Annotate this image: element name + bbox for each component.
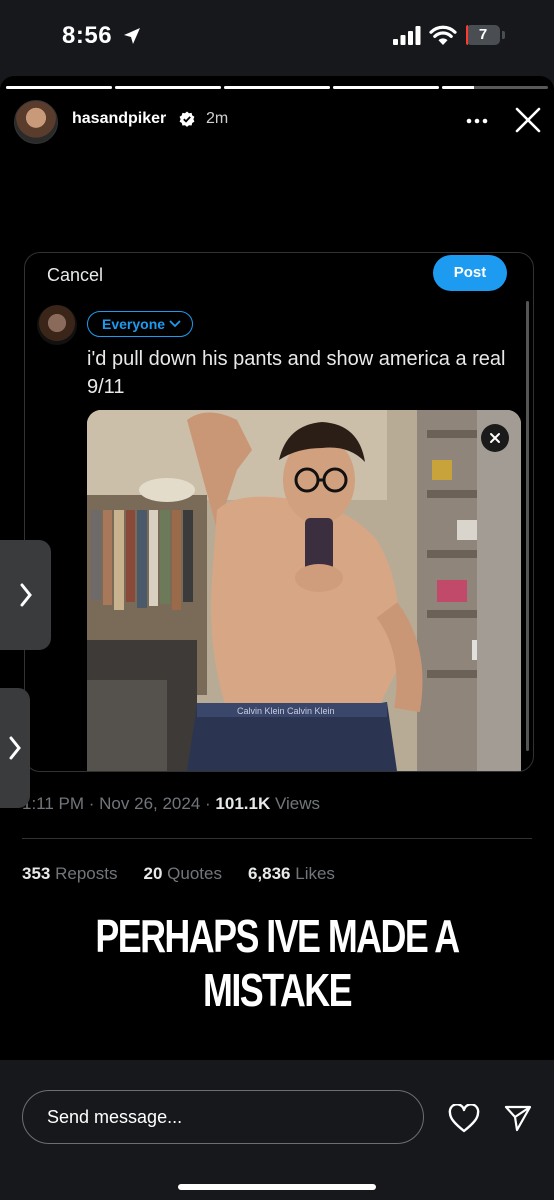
side-arrow-upper[interactable] — [0, 540, 51, 650]
tweet-timestamp: 1:11 PM · Nov 26, 2024 · — [22, 794, 216, 813]
stat-count: 6,836 — [247, 864, 291, 883]
stat-label: Likes — [295, 864, 335, 883]
scrollbar[interactable] — [526, 301, 529, 751]
signal-icon — [393, 26, 421, 45]
wifi-icon — [429, 25, 457, 45]
bottom-bar: Send message... — [0, 1060, 554, 1200]
location-arrow-icon — [124, 28, 140, 44]
mirror-selfie-illustration: Calvin Klein Calvin Klein — [87, 410, 521, 771]
cancel-button[interactable]: Cancel — [47, 265, 103, 286]
views-count: 101.1K — [215, 794, 271, 813]
story-time: 2m — [206, 110, 229, 127]
status-bar: 8:56 7 — [0, 0, 554, 76]
avatar[interactable] — [14, 100, 58, 144]
progress-fill — [6, 86, 112, 89]
story-progress — [6, 86, 548, 89]
battery-level: 7 — [478, 26, 488, 43]
attached-photo: Calvin Klein Calvin Klein — [87, 410, 521, 771]
send-icon[interactable] — [504, 1104, 532, 1132]
heart-icon[interactable] — [448, 1104, 480, 1134]
progress-segment — [442, 86, 548, 89]
compose-screenshot: Cancel Post Everyone i'd pull down his p… — [24, 252, 534, 772]
progress-segment — [224, 86, 330, 89]
progress-fill — [442, 86, 474, 89]
side-arrow-lower[interactable] — [0, 688, 30, 808]
stat-label: Reposts — [55, 864, 118, 883]
battery-tip — [502, 31, 505, 39]
story-header: hasandpiker 2m — [14, 100, 544, 144]
chevron-right-icon — [20, 583, 32, 607]
progress-segment — [6, 86, 112, 89]
progress-fill — [115, 86, 221, 89]
audience-selector[interactable]: Everyone — [87, 311, 194, 337]
remove-image-icon — [490, 433, 500, 443]
divider — [22, 838, 532, 839]
tweet-text: i'd pull down his pants and show america… — [87, 348, 506, 398]
stat-quotes[interactable]: 20 Quotes — [143, 864, 221, 884]
progress-fill — [224, 86, 330, 89]
svg-text:Calvin Klein Calvin Klein: Calvin Klein Calvin Klein — [237, 706, 335, 716]
stat-reposts[interactable]: 353 Reposts — [22, 864, 117, 884]
avatar — [37, 305, 77, 345]
stat-label: Quotes — [167, 864, 222, 883]
close-icon[interactable] — [514, 106, 542, 134]
chevron-down-icon — [169, 320, 181, 328]
message-input[interactable]: Send message... — [22, 1090, 424, 1144]
post-button[interactable]: Post — [433, 255, 507, 291]
stat-count: 353 — [22, 864, 51, 883]
status-time: 8:56 — [62, 22, 113, 49]
battery-icon: 7 — [466, 25, 500, 45]
story-username[interactable]: hasandpiker — [72, 110, 166, 128]
audience-label: Everyone — [102, 316, 166, 332]
more-icon[interactable] — [466, 118, 488, 124]
stat-count: 20 — [143, 864, 163, 883]
story-caption: PERHAPS IVE MADE A MISTAKE — [95, 910, 460, 1016]
tweet-meta: 1:11 PM · Nov 26, 2024 · 101.1K Views — [22, 794, 320, 814]
story-card[interactable]: hasandpiker 2m Cancel Post Everyone i'd … — [0, 76, 554, 1060]
home-indicator — [178, 1184, 376, 1190]
progress-segment — [333, 86, 439, 89]
engagement-stats: 353 Reposts 20 Quotes 6,836 Likes — [22, 864, 335, 884]
progress-fill — [333, 86, 439, 89]
remove-image-button[interactable] — [481, 424, 509, 452]
chevron-right-icon — [9, 736, 21, 760]
views-label: Views — [270, 794, 320, 813]
stat-likes[interactable]: 6,836 Likes — [248, 864, 335, 884]
progress-segment — [115, 86, 221, 89]
verified-icon — [179, 111, 195, 127]
